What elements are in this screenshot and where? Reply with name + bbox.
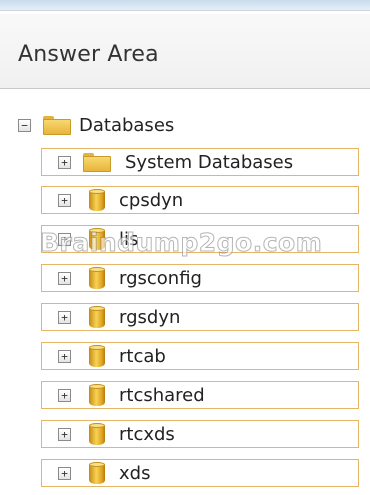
database-icon <box>89 267 105 289</box>
answer-area-title: Answer Area <box>18 42 159 67</box>
tree-item-cpsdyn[interactable]: + cpsdyn <box>41 186 359 214</box>
tree-item-rgsdyn[interactable]: + rgsdyn <box>41 303 359 331</box>
tree-item-label: rtcshared <box>119 384 205 406</box>
expand-icon[interactable]: + <box>58 388 71 402</box>
expand-icon[interactable]: + <box>58 466 71 480</box>
folder-icon <box>83 152 111 172</box>
folder-icon <box>43 115 71 135</box>
tree-item-label: rgsdyn <box>119 306 181 328</box>
collapse-icon[interactable]: − <box>18 118 31 132</box>
expand-icon[interactable]: + <box>58 193 71 207</box>
tree-item-label: System Databases <box>125 151 294 173</box>
tree-item-label: lis <box>119 228 139 250</box>
tree-item-rtcxds[interactable]: + rtcxds <box>41 420 359 448</box>
expand-icon[interactable]: + <box>58 427 71 441</box>
tree-item-label: rtcxds <box>119 423 175 445</box>
database-icon <box>89 462 105 484</box>
database-icon <box>89 306 105 328</box>
database-icon <box>89 189 105 211</box>
database-icon <box>89 423 105 445</box>
database-icon <box>89 384 105 406</box>
tree-item-xds[interactable]: + xds <box>41 459 359 487</box>
expand-icon[interactable]: + <box>58 271 71 285</box>
tree-item-label: cpsdyn <box>119 189 184 211</box>
database-icon <box>89 228 105 250</box>
tree-item-label: xds <box>119 462 151 484</box>
tree-item-lis[interactable]: + lis <box>41 225 359 253</box>
tree-item-system-databases[interactable]: + System Databases <box>41 148 359 176</box>
tree-node-label: Databases <box>79 114 175 136</box>
tree-item-rgsconfig[interactable]: + rgsconfig <box>41 264 359 292</box>
database-icon <box>89 345 105 367</box>
answer-area-header: Answer Area <box>0 14 370 89</box>
expand-icon[interactable]: + <box>58 310 71 324</box>
tree-item-label: rgsconfig <box>119 267 202 289</box>
expand-icon[interactable]: + <box>58 349 71 363</box>
expand-icon[interactable]: + <box>58 232 71 246</box>
tree-item-rtcab[interactable]: + rtcab <box>41 342 359 370</box>
window-top-bar <box>0 0 370 11</box>
tree-item-rtcshared[interactable]: + rtcshared <box>41 381 359 409</box>
tree-node-databases[interactable]: − Databases <box>18 110 174 140</box>
tree-item-label: rtcab <box>119 345 166 367</box>
expand-icon[interactable]: + <box>58 155 71 169</box>
